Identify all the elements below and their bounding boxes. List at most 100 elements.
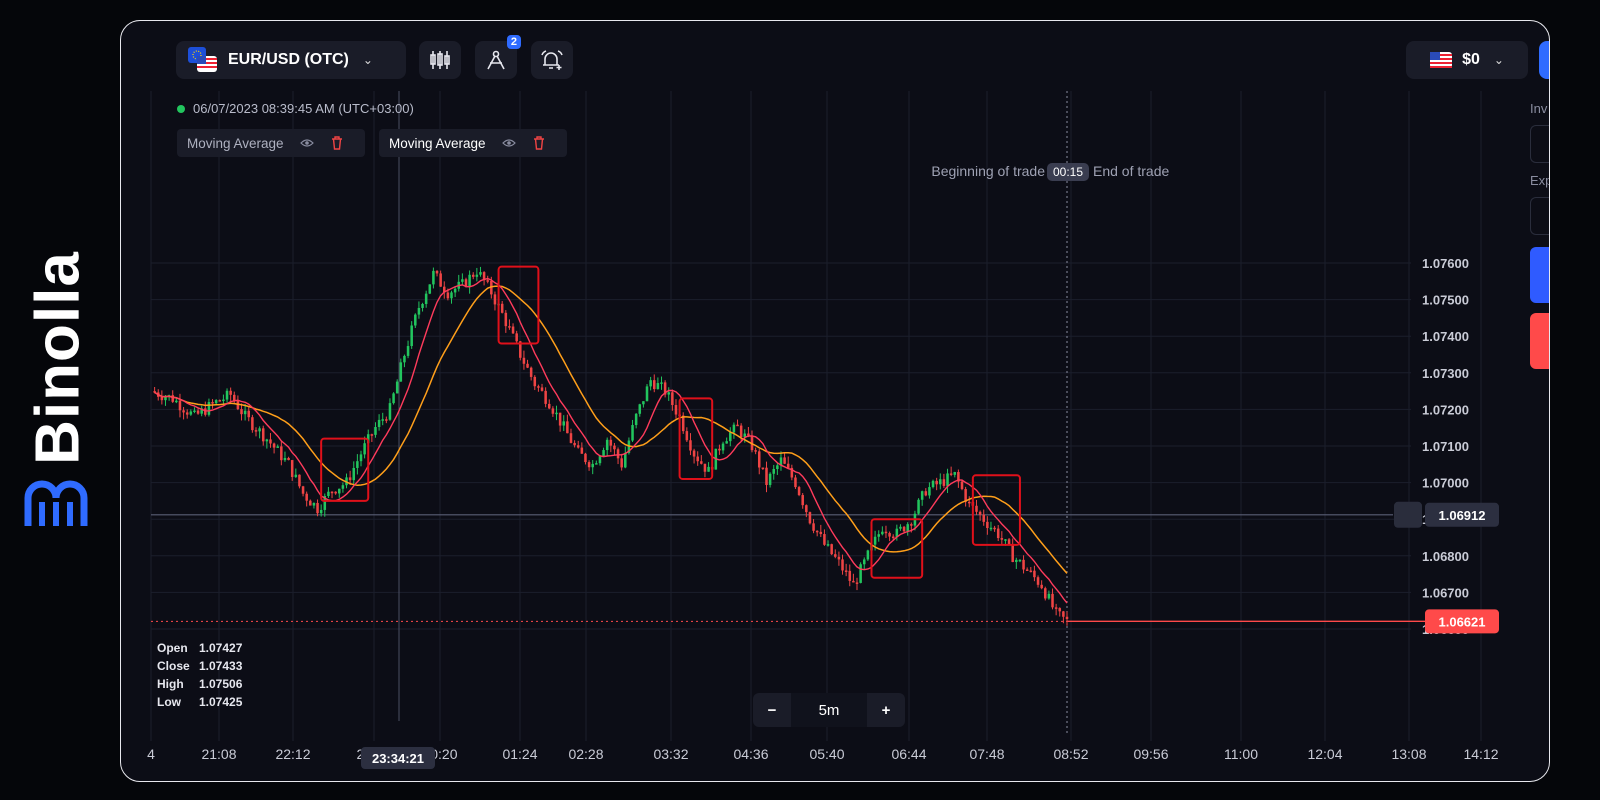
candle-up [939, 473, 942, 490]
candle-body [884, 531, 888, 534]
current-price-text: 1.06621 [1439, 614, 1486, 629]
candle-down [982, 509, 985, 526]
candle-up [377, 414, 381, 431]
candle-down [924, 488, 928, 497]
candle-body [446, 292, 450, 299]
candle-down [967, 496, 971, 508]
x-tick-label: 05:40 [809, 746, 844, 762]
eye-icon[interactable] [494, 129, 524, 157]
candle-body [377, 419, 381, 427]
indicator-label: Moving Average [187, 135, 284, 151]
ohlc-readout: Open 1.07427 Close 1.07433 High 1.07506 Low… [157, 639, 242, 711]
candle-body [511, 326, 515, 334]
candle-up [859, 562, 862, 584]
trading-window: 1.07600 1.07500 1.07400 1.07300 1.07200 1.071… [120, 20, 1550, 782]
trash-icon[interactable] [524, 129, 554, 157]
balance-selector[interactable]: $0 ⌄ [1406, 41, 1528, 79]
candle-up [953, 471, 957, 478]
eye-icon[interactable] [292, 129, 322, 157]
candle-up [265, 438, 269, 449]
candle-body [685, 431, 689, 441]
candle-down [482, 271, 486, 286]
candle-body [754, 450, 757, 452]
candle-down [251, 414, 254, 433]
indicator-chip-ma-1[interactable]: Moving Average [177, 129, 365, 157]
candle-down [1051, 588, 1054, 610]
x-tick-label: 01:24 [502, 746, 537, 762]
x-tick-label: 03:32 [653, 746, 688, 762]
candle-body [526, 363, 529, 368]
add-alert-button[interactable] [531, 41, 573, 79]
low-value: 1.07425 [199, 695, 243, 709]
candle-body [1040, 584, 1043, 589]
candle-body [515, 333, 518, 342]
candle-body [794, 477, 797, 488]
candle-body [859, 564, 862, 583]
x-tick-label: 02:28 [568, 746, 603, 762]
candle-down [435, 270, 439, 277]
candle-body [656, 383, 660, 390]
zoom-in-button[interactable]: + [867, 693, 905, 727]
candle-down [837, 551, 841, 566]
candle-body [327, 491, 330, 497]
expiry-input[interactable] [1530, 197, 1549, 235]
candle-down [757, 449, 761, 475]
investment-label: Inv [1530, 101, 1548, 116]
beginning-of-trade-label: Beginning of trade [931, 163, 1045, 179]
candle-body [942, 479, 946, 486]
end-of-trade-label: End of trade [1093, 163, 1169, 179]
asset-selector[interactable]: EUR/USD (OTC) ⌄ [176, 41, 406, 79]
candle-up [602, 447, 605, 457]
candle-body [222, 399, 225, 402]
high-label: High [157, 677, 184, 691]
candle-up [772, 464, 776, 480]
zoom-out-button[interactable]: − [753, 693, 791, 727]
candle-body [768, 473, 772, 485]
candle-down [1036, 575, 1040, 588]
highlight-box [678, 397, 714, 480]
candle-body [1051, 593, 1054, 608]
chart-type-button[interactable] [419, 41, 461, 79]
candle-body [917, 499, 920, 514]
candle-down [1011, 538, 1014, 563]
candle-body [928, 487, 931, 496]
candle-body [826, 544, 830, 546]
candle-body [1022, 559, 1025, 570]
candle-down [309, 499, 312, 506]
candle-up [877, 530, 880, 542]
candle-body [1054, 607, 1058, 609]
investment-input[interactable] [1530, 125, 1549, 163]
candle-down [1044, 586, 1047, 601]
candle-up [450, 290, 453, 304]
indicator-chip-ma-2[interactable]: Moving Average [379, 129, 567, 157]
candle-body [298, 474, 301, 487]
candle-up [920, 490, 924, 506]
drawing-tools-button[interactable]: 2 [475, 35, 521, 79]
candle-body [193, 410, 196, 412]
candle-body [338, 488, 341, 494]
candle-body [370, 434, 374, 436]
candle-down [240, 403, 243, 421]
candle-down [681, 412, 685, 434]
candle-up [931, 479, 935, 489]
timeframe-value[interactable]: 5m [791, 693, 867, 727]
candle-body [566, 421, 569, 434]
up-button[interactable] [1530, 247, 1549, 303]
candle-down [1040, 580, 1043, 590]
chevron-down-icon: ⌄ [362, 53, 373, 67]
trash-icon[interactable] [322, 129, 352, 157]
candle-body [207, 402, 211, 415]
candle-body [475, 274, 479, 277]
candle-body [1047, 593, 1051, 599]
candle-body [229, 390, 232, 395]
candle-down [508, 319, 511, 330]
down-button[interactable] [1530, 313, 1549, 369]
candle-down [812, 519, 815, 534]
candle-body [439, 273, 442, 287]
candle-body [1029, 570, 1033, 573]
candle-body [692, 450, 696, 457]
deposit-button[interactable] [1539, 41, 1549, 79]
candle-up [193, 407, 196, 414]
candle-body [960, 481, 964, 490]
candle-up [359, 450, 363, 467]
